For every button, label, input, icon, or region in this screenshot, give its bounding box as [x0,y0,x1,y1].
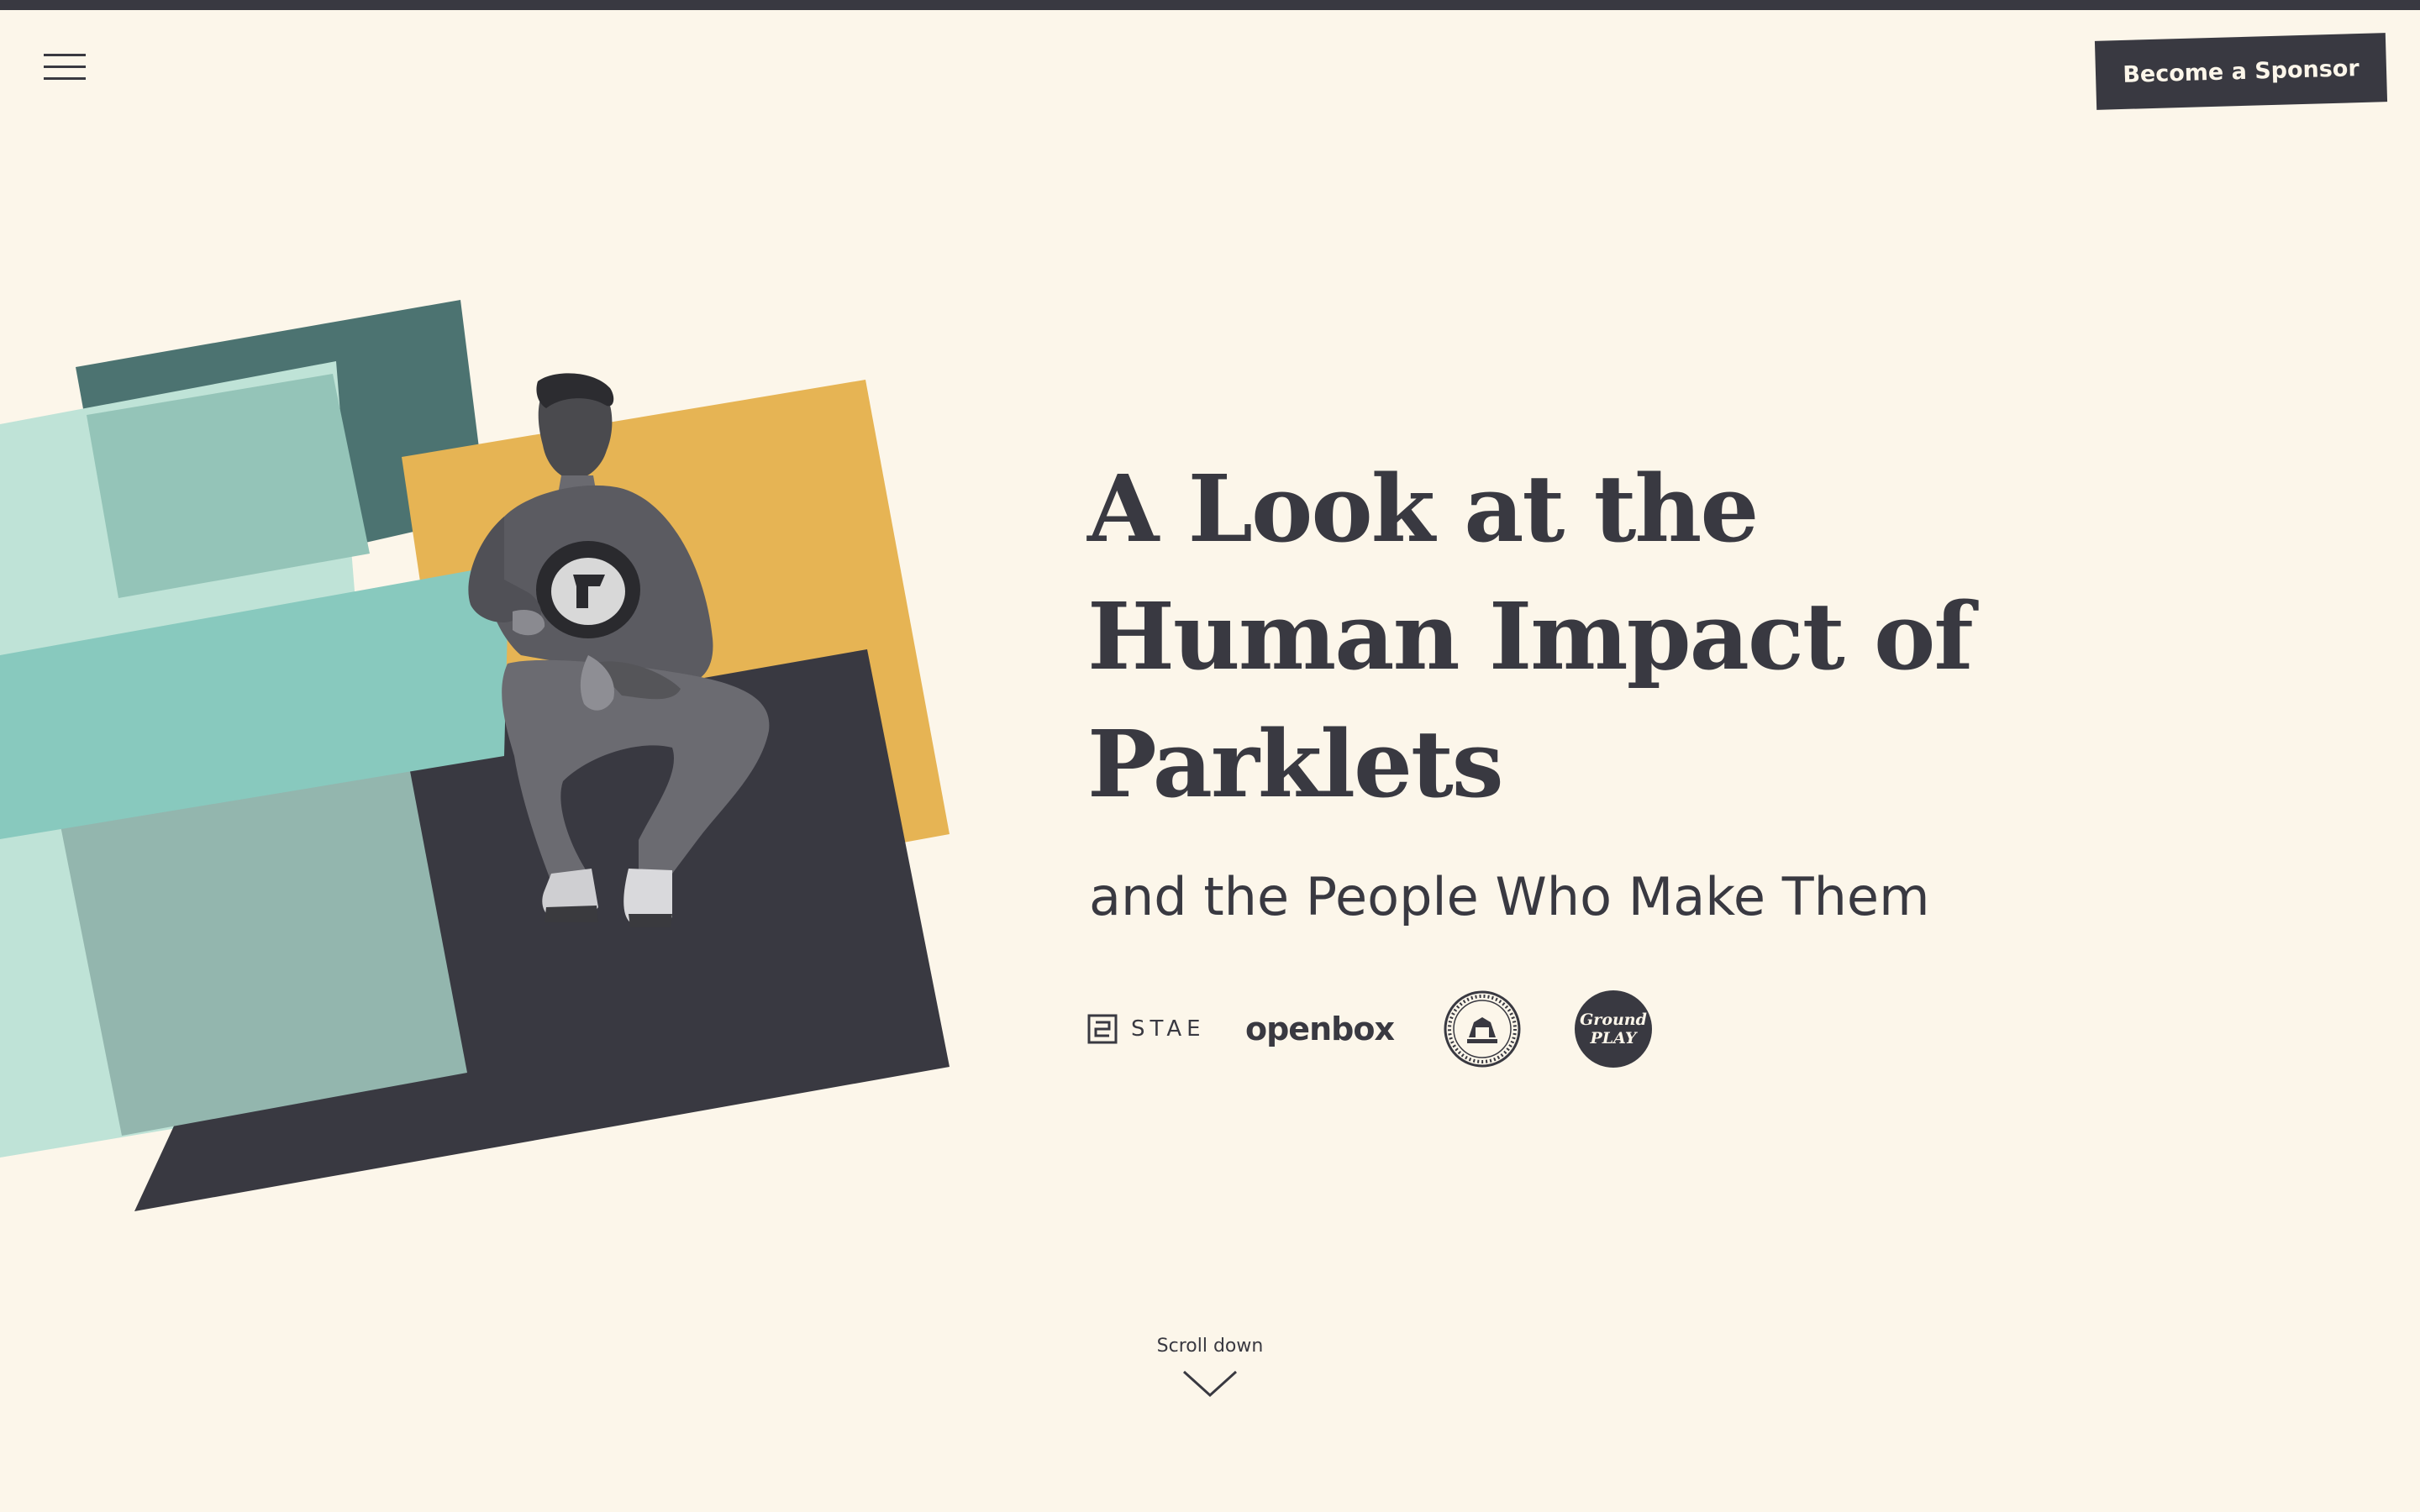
title-line-1: A Look at the [1087,454,1759,563]
sponsor-button-label: Become a Sponsor [2122,55,2360,88]
page-subtitle: and the People Who Make Them [1089,866,1930,927]
title-line-2: Human Impact of [1087,582,1974,690]
page: Become a Sponsor A Look at the Human Imp… [0,0,2420,1512]
hero-collage [0,300,950,1211]
become-sponsor-button[interactable]: Become a Sponsor [2094,33,2388,110]
groundplay-line-1: Ground [1580,1011,1647,1029]
stae-logo-text: STAE [1131,1016,1206,1042]
openbox-logo-icon: openbox [1245,1011,1395,1047]
partner-groundplay[interactable]: Ground PLAY [1575,983,1652,1075]
partner-openbox[interactable]: openbox [1245,983,1395,1075]
sf-city-seal-icon [1444,990,1521,1068]
scroll-down-label: Scroll down [1156,1336,1264,1357]
title-line-3: Parklets [1087,710,1504,818]
partner-logos: STAE openbox Ground PLAY [1087,983,1760,1075]
stae-logo-icon [1087,1014,1118,1044]
page-title: A Look at the Human Impact of Parklets [1087,445,2180,828]
groundplay-logo-icon: Ground PLAY [1575,990,1652,1068]
partner-sf-seal[interactable] [1444,983,1521,1075]
groundplay-line-2: PLAY [1590,1029,1637,1047]
chevron-down-icon[interactable] [1181,1367,1239,1400]
partner-stae[interactable]: STAE [1087,983,1206,1075]
scroll-down-hint[interactable]: Scroll down [1126,1336,1294,1400]
